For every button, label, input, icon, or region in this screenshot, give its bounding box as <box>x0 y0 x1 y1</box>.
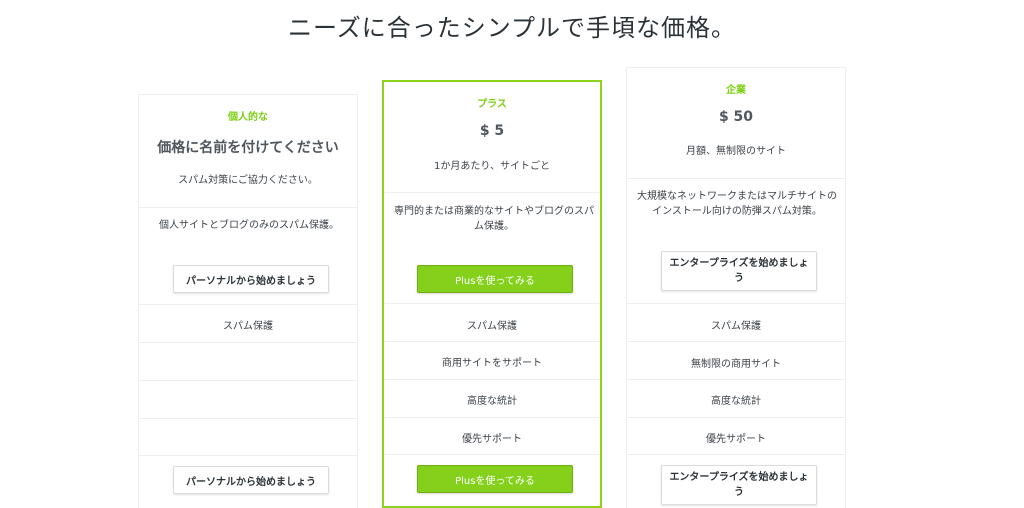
divider <box>139 418 357 419</box>
plan-name: プラス <box>477 99 507 110</box>
feature-item: 無制限の商用サイト <box>691 359 781 370</box>
plan-price: $ 5 <box>479 123 505 139</box>
plan-card-plus: プラス $ 5 1か月あたり、サイトごと 専門的または商業的なサイトやブログのス… <box>382 80 602 508</box>
start-personal-button-bottom[interactable]: パーソナルから始めましょう <box>173 466 329 494</box>
plan-name: 企業 <box>726 85 746 96</box>
plan-tagline: スパム対策にご協力ください。 <box>178 175 318 186</box>
divider <box>384 341 600 342</box>
divider <box>627 178 845 179</box>
plan-card-enterprise: 企業 $ 50 月額、無制限のサイト 大規模なネットワークまたはマルチサイトのイ… <box>626 67 846 508</box>
plan-card-personal: 個人的な 価格に名前を付けてください スパム対策にご協力ください。 個人サイトと… <box>138 94 358 508</box>
feature-item: 商用サイトをサポート <box>442 358 542 369</box>
divider <box>139 455 357 456</box>
divider <box>139 304 357 305</box>
plan-tagline: 月額、無制限のサイト <box>686 146 786 157</box>
feature-item: スパム保護 <box>711 321 761 332</box>
start-enterprise-button-bottom[interactable]: エンタープライズを始めましょう <box>661 465 817 505</box>
divider <box>139 342 357 343</box>
divider <box>139 380 357 381</box>
divider <box>384 417 600 418</box>
divider <box>627 303 845 304</box>
divider <box>384 379 600 380</box>
divider <box>627 341 845 342</box>
try-plus-button[interactable]: Plusを使ってみる <box>417 265 573 293</box>
plan-description: 専門的または商業的なサイトやブログのスパム保護。 <box>394 206 594 232</box>
start-enterprise-button[interactable]: エンタープライズを始めましょう <box>661 251 817 291</box>
plan-price: $ 50 <box>718 109 754 125</box>
feature-item: 高度な統計 <box>711 396 761 407</box>
divider <box>139 207 357 208</box>
divider <box>627 417 845 418</box>
feature-item: スパム保護 <box>467 321 517 332</box>
plan-description: 大規模なネットワークまたはマルチサイトのインストール向けの防弾スパム対策。 <box>637 191 837 217</box>
feature-item: 優先サポート <box>706 434 766 445</box>
divider <box>384 303 600 304</box>
page-headline: ニーズに合ったシンプルで手頃な価格。 <box>287 14 737 42</box>
divider <box>384 454 600 455</box>
plan-name: 個人的な <box>228 112 268 123</box>
plan-price: 価格に名前を付けてください <box>157 140 339 156</box>
divider <box>384 192 600 193</box>
divider <box>627 454 845 455</box>
start-personal-button[interactable]: パーソナルから始めましょう <box>173 265 329 293</box>
feature-item: 優先サポート <box>462 434 522 445</box>
plan-description: 個人サイトとブログのみのスパム保護。 <box>159 220 339 231</box>
feature-item: 高度な統計 <box>467 396 517 407</box>
plan-tagline: 1か月あたり、サイトごと <box>434 161 550 172</box>
divider <box>627 379 845 380</box>
feature-item: スパム保護 <box>223 321 273 332</box>
try-plus-button-bottom[interactable]: Plusを使ってみる <box>417 465 573 493</box>
